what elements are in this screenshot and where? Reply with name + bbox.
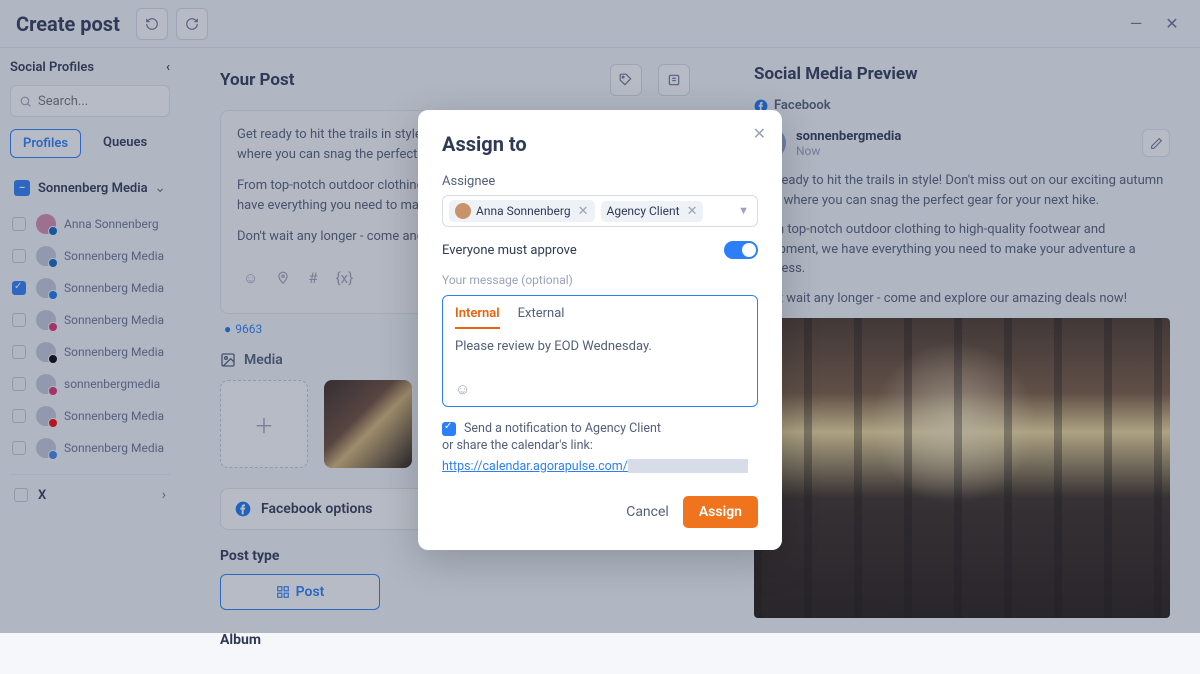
modal-title: Assign to (442, 132, 758, 156)
assignee-select[interactable]: Anna Sonnenberg ✕ Agency Client ✕ ▼ (442, 195, 758, 227)
approve-label: Everyone must approve (442, 243, 577, 258)
avatar (455, 203, 471, 219)
approve-toggle[interactable] (724, 241, 758, 259)
notify-label: Send a notification to Agency Client (464, 421, 661, 436)
assign-button[interactable]: Assign (683, 496, 758, 528)
message-label: Your message (optional) (442, 273, 758, 287)
modal-overlay: ✕ Assign to Assignee Anna Sonnenberg ✕ A… (0, 0, 1200, 633)
message-text[interactable]: Please review by EOD Wednesday. (455, 339, 745, 367)
redacted-text (628, 459, 748, 473)
album-label: Album (220, 632, 698, 648)
cancel-button[interactable]: Cancel (626, 504, 669, 520)
emoji-icon[interactable]: ☺ (455, 380, 470, 398)
assignee-chip: Agency Client ✕ (601, 201, 704, 222)
tab-external[interactable]: External (518, 306, 565, 329)
assignee-label: Assignee (442, 174, 758, 189)
tab-internal[interactable]: Internal (455, 306, 500, 329)
remove-chip-icon[interactable]: ✕ (687, 204, 698, 219)
close-icon[interactable]: ✕ (753, 124, 766, 143)
assignee-chip: Anna Sonnenberg ✕ (449, 200, 595, 222)
share-link[interactable]: https://calendar.agorapulse.com/ (442, 459, 628, 474)
chevron-down-icon[interactable]: ▼ (738, 204, 749, 217)
remove-chip-icon[interactable]: ✕ (578, 204, 589, 219)
assign-modal: ✕ Assign to Assignee Anna Sonnenberg ✕ A… (418, 110, 782, 550)
notify-checkbox[interactable] (442, 422, 456, 436)
share-label: or share the calendar's link: (442, 438, 758, 453)
message-box[interactable]: Internal External Please review by EOD W… (442, 295, 758, 407)
